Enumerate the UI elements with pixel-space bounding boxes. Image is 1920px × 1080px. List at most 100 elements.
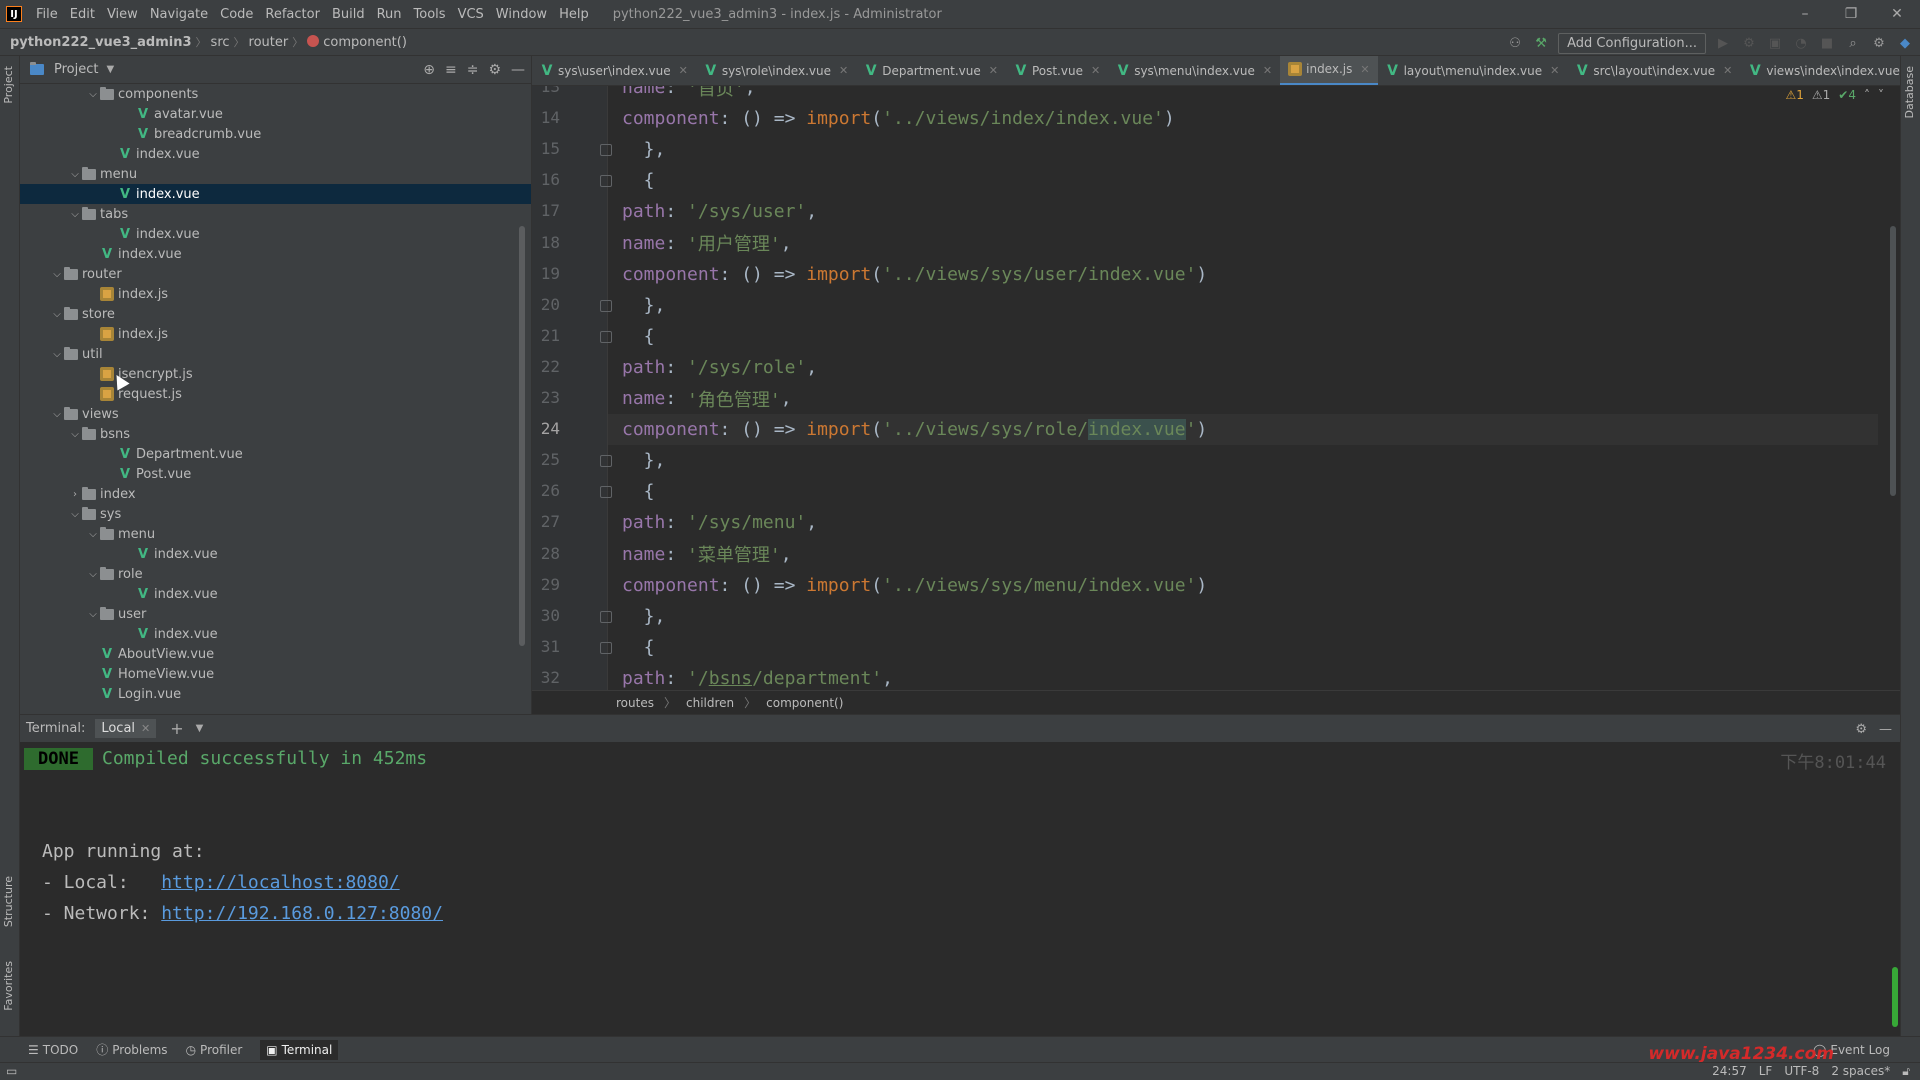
chevron-up-icon[interactable]: ˄: [1864, 88, 1870, 102]
tree-folder[interactable]: ⌵ sys: [20, 504, 531, 524]
new-terminal-icon[interactable]: +: [170, 719, 183, 738]
tree-folder[interactable]: › index: [20, 484, 531, 504]
ide-update-icon[interactable]: ◆: [1896, 34, 1914, 52]
tree-file[interactable]: Vindex.vue: [20, 144, 531, 164]
close-icon[interactable]: ✕: [1091, 64, 1100, 77]
tree-file[interactable]: V AboutView.vue: [20, 644, 531, 664]
nav-project[interactable]: python222_vue3_admin3: [6, 35, 196, 50]
code-line[interactable]: component: () => import('../views/sys/me…: [622, 570, 1207, 601]
code-line[interactable]: path: '/sys/menu',: [622, 507, 817, 538]
tree-folder[interactable]: ⌵ store: [20, 304, 531, 324]
nav-src[interactable]: src: [207, 35, 234, 50]
code-line[interactable]: },: [622, 134, 666, 165]
tree-file[interactable]: jsencrypt.js: [20, 364, 531, 384]
tree-file[interactable]: Vindex.vue: [20, 544, 531, 564]
editor-tab[interactable]: index.js ✕: [1280, 56, 1378, 85]
menu-tools[interactable]: Tools: [408, 7, 452, 22]
menu-navigate[interactable]: Navigate: [144, 7, 214, 22]
debug-icon[interactable]: ⚙: [1740, 34, 1758, 52]
hide-icon[interactable]: —: [511, 62, 525, 78]
fold-marker-icon[interactable]: [600, 610, 612, 623]
tree-file[interactable]: request.js: [20, 384, 531, 404]
tree-file[interactable]: V Department.vue: [20, 444, 531, 464]
terminal-tab-local[interactable]: Local ✕: [95, 719, 157, 738]
chevron-down-icon[interactable]: ⌵: [50, 409, 64, 420]
tree-folder[interactable]: ⌵ bsns: [20, 424, 531, 444]
add-configuration-button[interactable]: Add Configuration...: [1558, 32, 1706, 54]
tree-file[interactable]: Vbreadcrumb.vue: [20, 124, 531, 144]
chevron-down-icon[interactable]: ⌵: [68, 209, 82, 220]
tree-file[interactable]: Vavatar.vue: [20, 104, 531, 124]
code-line[interactable]: {: [622, 165, 655, 196]
code-line[interactable]: component: () => import('../views/sys/us…: [622, 259, 1207, 290]
tree-folder[interactable]: ⌵ menu: [20, 524, 531, 544]
file-encoding[interactable]: UTF-8: [1784, 1064, 1819, 1079]
terminal-output[interactable]: DONE Compiled successfully in 452ms 下午8:…: [20, 742, 1900, 1036]
problems-tool-button[interactable]: ⓘ Problems: [96, 1041, 167, 1058]
user-icon[interactable]: ⚇: [1506, 34, 1524, 52]
tree-folder[interactable]: ⌵ menu: [20, 164, 531, 184]
editor-tab[interactable]: Vsrc\layout\index.vue ✕: [1567, 56, 1740, 85]
stop-icon[interactable]: ■: [1818, 34, 1836, 52]
breadcrumb-routes[interactable]: routes: [616, 696, 654, 710]
chevron-down-icon[interactable]: ⌵: [86, 89, 100, 100]
editor-scrollbar[interactable]: [1890, 226, 1896, 496]
tree-file[interactable]: Vindex.vue: [20, 224, 531, 244]
menu-vcs[interactable]: VCS: [452, 7, 490, 22]
tree-folder[interactable]: ⌵ components: [20, 84, 531, 104]
menu-refactor[interactable]: Refactor: [259, 7, 326, 22]
code-line[interactable]: component: () => import('../views/sys/ro…: [608, 414, 1878, 446]
chevron-down-icon[interactable]: ⌵: [86, 609, 100, 620]
structure-tool-tab[interactable]: Structure: [2, 876, 15, 927]
inspection-widget[interactable]: ⚠1 ⚠1 ✔4 ˄ ˅: [1785, 88, 1884, 102]
chevron-down-icon[interactable]: ⌵: [86, 529, 100, 540]
settings-icon[interactable]: ⚙: [1870, 34, 1888, 52]
tree-folder[interactable]: ⌵ user: [20, 604, 531, 624]
code-line[interactable]: {: [622, 321, 655, 352]
editor-tab[interactable]: V Department.vue ✕: [856, 56, 1006, 85]
editor-tab[interactable]: Vsys\menu\index.vue ✕: [1108, 56, 1280, 85]
chevron-down-icon[interactable]: ˅: [1878, 88, 1884, 102]
gear-icon[interactable]: ⚙: [488, 62, 501, 78]
close-icon[interactable]: ✕: [839, 64, 848, 77]
todo-tool-button[interactable]: ☰ TODO: [28, 1043, 78, 1057]
code-line[interactable]: path: '/sys/role',: [622, 352, 817, 383]
chevron-down-icon[interactable]: ▼: [196, 723, 204, 734]
code-line[interactable]: name: '角色管理',: [622, 383, 792, 414]
caret-position[interactable]: 24:57: [1712, 1064, 1747, 1079]
fold-marker-icon[interactable]: [600, 455, 612, 468]
code-line[interactable]: name: '菜单管理',: [622, 539, 792, 570]
tree-file[interactable]: index.js: [20, 284, 531, 304]
tree-folder[interactable]: ⌵ role: [20, 564, 531, 584]
code-editor[interactable]: 13 14 15 16 17 18 19 20 21 22 23 24 25 26 27 28 29 30 31 32…: [532, 86, 1900, 690]
editor-tab[interactable]: Vlayout\menu\index.vue ✕: [1378, 56, 1568, 85]
project-view-selector[interactable]: Project: [54, 62, 98, 77]
close-icon[interactable]: ✕: [1263, 64, 1272, 77]
tree-folder[interactable]: ⌵ router: [20, 264, 531, 284]
fold-marker-icon[interactable]: [600, 641, 612, 654]
close-icon[interactable]: ✕: [1360, 63, 1369, 76]
code-line[interactable]: },: [622, 290, 666, 321]
run-icon[interactable]: ▶: [1714, 34, 1732, 52]
database-tool-tab[interactable]: Database: [1903, 66, 1916, 119]
nav-method[interactable]: component(): [303, 34, 411, 50]
menu-code[interactable]: Code: [214, 7, 259, 22]
hide-icon[interactable]: —: [1879, 722, 1892, 737]
tree-file[interactable]: V Login.vue: [20, 684, 531, 704]
chevron-down-icon[interactable]: ▼: [106, 64, 114, 75]
lock-icon[interactable]: 🔓︎: [1902, 1064, 1910, 1079]
code-line[interactable]: name: '首页',: [622, 86, 756, 103]
menu-edit[interactable]: Edit: [64, 7, 101, 22]
editor-tab[interactable]: Vsys\user\index.vue ✕: [532, 56, 696, 85]
code-line[interactable]: },: [622, 445, 666, 476]
nav-router[interactable]: router: [245, 35, 293, 50]
tree-folder[interactable]: ⌵ tabs: [20, 204, 531, 224]
menu-build[interactable]: Build: [326, 7, 371, 22]
menu-run[interactable]: Run: [371, 7, 408, 22]
code-line[interactable]: path: '/sys/user',: [622, 196, 817, 227]
chevron-down-icon[interactable]: ⌵: [86, 569, 100, 580]
breadcrumb-children[interactable]: children: [686, 696, 734, 710]
coverage-icon[interactable]: ▣: [1766, 34, 1784, 52]
minimize-button[interactable]: –: [1782, 0, 1828, 28]
tree-file[interactable]: Vindex.vue: [20, 184, 531, 204]
